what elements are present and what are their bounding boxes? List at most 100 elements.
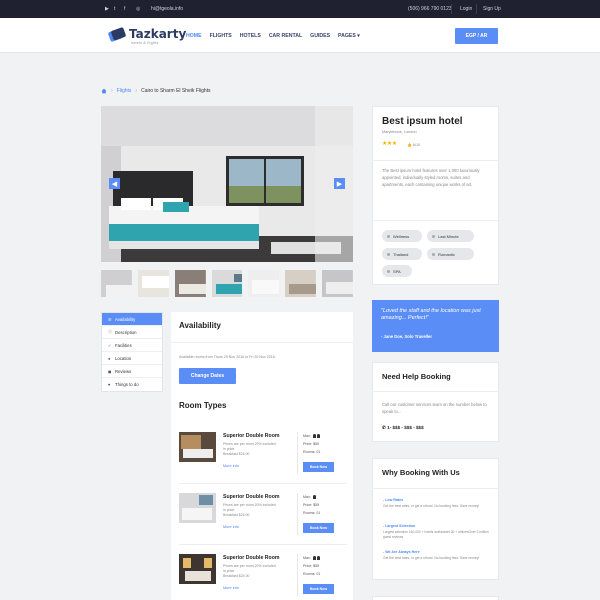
nav-guides[interactable]: GUIDES xyxy=(310,33,330,39)
gallery-prev-button[interactable]: ◀ xyxy=(109,178,120,189)
gallery-thumbnail[interactable] xyxy=(322,270,354,297)
hotel-description: The Best ipsum hotel features over 1,000… xyxy=(382,168,480,187)
breadcrumb-flights[interactable]: Flights xyxy=(117,88,132,94)
room-breakfast: Breakfast $24.00 xyxy=(223,513,250,517)
why-title: Why Booking With Us xyxy=(382,468,460,477)
nav-pages[interactable]: PAGES ▾ xyxy=(338,33,360,39)
breadcrumb: › Flights › Cairo to Sharm El Sheik Flig… xyxy=(101,88,211,94)
testimonial-author: - Jane Doe, Solo Traveller xyxy=(381,334,432,339)
room-item: Superior Double Room Prices are per room… xyxy=(179,493,347,551)
tab-availability[interactable]: ☰ Availability xyxy=(102,313,162,326)
hotel-location: Marylebone, London xyxy=(382,130,417,134)
main-nav: HOME FLIGHTS HOTELS CAR RENTAL GUIDES PA… xyxy=(186,33,368,39)
logo-tagline: hotels & flights xyxy=(131,41,159,45)
check-icon: ✓ xyxy=(108,342,112,348)
person-icon xyxy=(316,556,320,561)
room-image[interactable] xyxy=(179,432,216,462)
facebook-icon[interactable]: f xyxy=(124,6,125,12)
room-max: Max: xyxy=(303,434,311,438)
why-item-title: - Largest Selection xyxy=(383,524,416,528)
room-max: Max: xyxy=(303,495,311,499)
gallery-thumbnail[interactable] xyxy=(101,270,132,297)
nav-car-rental[interactable]: CAR RENTAL xyxy=(269,33,302,39)
topbar-phone: (506) 966 790 0123 xyxy=(408,6,452,12)
tag-chip[interactable]: Thailand xyxy=(382,248,422,260)
book-now-button[interactable]: Book Now xyxy=(303,584,334,594)
availability-title: Availability xyxy=(179,321,221,330)
nav-flights[interactable]: FLIGHTS xyxy=(210,33,232,39)
room-more-info-link[interactable]: More info xyxy=(223,525,239,529)
detail-tabs: ☰ Availability ⓘ Description ✓ Facilities ●… xyxy=(101,312,163,392)
tag-chip[interactable]: Romantic xyxy=(427,248,474,260)
why-item-title: - Low Rates xyxy=(383,498,404,502)
person-icon xyxy=(316,434,320,439)
room-price: Price: $50 xyxy=(303,442,320,446)
book-now-button[interactable]: Book Now xyxy=(303,462,334,472)
topbar-email[interactable]: hi@tgeola.info xyxy=(151,6,183,12)
tab-things-to-do[interactable]: ♥ Things to do xyxy=(102,378,162,391)
hotel-name: Best ipsum hotel xyxy=(382,116,463,127)
tag-chip[interactable]: SPA xyxy=(382,265,412,277)
room-name: Superior Double Room xyxy=(223,433,280,439)
hotel-main-image xyxy=(101,106,353,262)
gallery-thumbnail[interactable] xyxy=(211,270,243,297)
room-more-info-link[interactable]: More info xyxy=(223,464,239,468)
room-count: Rooms: 01 xyxy=(303,572,321,576)
room-breakfast: Breakfast $24.00 xyxy=(223,574,250,578)
availability-text: Available rooms from Thurs 29 Nov 2016 t… xyxy=(179,355,276,359)
help-phone[interactable]: ✆ 1- $$$ - $$$ - $$$ xyxy=(382,425,424,431)
list-icon: ☰ xyxy=(108,316,112,322)
gallery-thumbnail[interactable] xyxy=(137,270,169,297)
gallery-next-button[interactable]: ▶ xyxy=(334,178,345,189)
person-icon xyxy=(312,556,316,561)
room-image[interactable] xyxy=(179,554,216,584)
phone-icon: ✆ xyxy=(382,425,386,430)
book-now-button[interactable]: Book Now xyxy=(303,523,334,533)
tag-chip[interactable]: Last Minute xyxy=(427,230,474,242)
signup-link[interactable]: Sign Up xyxy=(483,6,501,12)
why-item-text: Largest selection 140,000 + hotels world… xyxy=(383,530,489,539)
tab-facilities[interactable]: ✓ Facilities xyxy=(102,339,162,352)
tab-location[interactable]: ● Location xyxy=(102,352,162,365)
room-price: Price: $55 xyxy=(303,564,320,568)
top-bar: ▶ t f ◎ hi@tgeola.info (506) 966 790 012… xyxy=(0,0,600,18)
home-icon[interactable] xyxy=(101,88,107,94)
map-pin-icon: ● xyxy=(108,355,111,361)
gallery-thumbnails xyxy=(101,270,354,297)
youtube-icon[interactable]: ▶ xyxy=(105,6,109,12)
logo-text[interactable]: Tazkarty xyxy=(129,27,186,41)
instagram-icon[interactable]: ◎ xyxy=(136,6,140,12)
logo-ticket-icon[interactable] xyxy=(108,27,126,43)
gallery-thumbnail[interactable] xyxy=(174,270,206,297)
why-item-title: - We Are Always Here xyxy=(383,550,420,554)
login-link[interactable]: Login xyxy=(460,6,472,12)
hotel-rating: 👍 8/10 xyxy=(407,143,421,147)
why-item-text: Get the best rates, or get a refund. No … xyxy=(383,504,480,508)
change-dates-button[interactable]: Change Dates xyxy=(179,368,236,384)
room-name: Superior Double Room xyxy=(223,494,280,500)
room-price: Price: $55 xyxy=(303,503,320,507)
tag-chip[interactable]: Wellness xyxy=(382,230,422,242)
nav-hotels[interactable]: HOTELS xyxy=(240,33,261,39)
room-image[interactable] xyxy=(179,493,216,523)
room-count: Rooms: 01 xyxy=(303,511,321,515)
sidebar-card xyxy=(372,596,499,600)
heart-icon: ♥ xyxy=(108,382,111,387)
room-item: Superior Double Room Prices are per room… xyxy=(179,554,347,600)
twitter-icon[interactable]: t xyxy=(114,6,115,12)
room-types-title: Room Types xyxy=(179,401,227,410)
testimonial-quote: "Loved the staff and the location was ju… xyxy=(381,308,481,321)
room-more-info-link[interactable]: More info xyxy=(223,586,239,590)
help-title: Need Help Booking xyxy=(382,372,451,381)
room-breakfast: Breakfast $24.00 xyxy=(223,452,250,456)
nav-home[interactable]: HOME xyxy=(186,33,202,39)
tab-description[interactable]: ⓘ Description xyxy=(102,326,162,339)
gallery-thumbnail[interactable] xyxy=(285,270,317,297)
breadcrumb-current: Cairo to Sharm El Sheik Flights xyxy=(141,88,211,94)
room-max: Max: xyxy=(303,556,311,560)
comment-icon: ◼ xyxy=(108,368,112,374)
person-icon xyxy=(312,434,316,439)
currency-language-button[interactable]: EGP / AR xyxy=(455,28,498,44)
tab-reviews[interactable]: ◼ Reviews xyxy=(102,365,162,378)
gallery-thumbnail[interactable] xyxy=(248,270,280,297)
